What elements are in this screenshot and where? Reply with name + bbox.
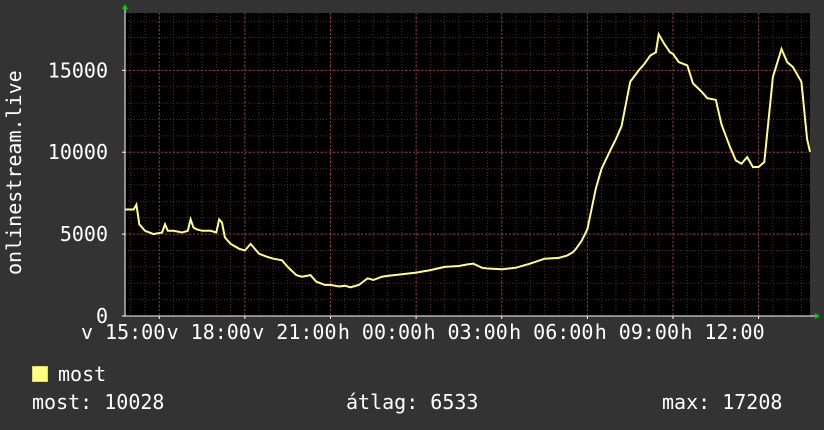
x-tick-label: h 09:00: [595, 320, 679, 344]
y-tick-label: 10000: [48, 140, 108, 164]
legend-swatch: [32, 366, 48, 382]
legend-label: most: [58, 362, 107, 386]
x-tick-label: h 00:00: [338, 320, 422, 344]
stat-average: átlag: 6533: [346, 390, 479, 414]
y-axis-arrow: [122, 4, 128, 9]
chart: 050001000015000 v 15:00 v 18:00 v 21:00 h 0…: [48, 4, 820, 344]
x-ticks: v 15:00 v 18:00 v 21:00 h 00:00 h 03:00 h 06:…: [81, 316, 765, 344]
x-tick-label: h 03:00: [423, 320, 507, 344]
y-tick-label: 15000: [48, 58, 108, 82]
x-tick-label: h 06:00: [509, 320, 593, 344]
x-tick-label: h 12:00: [680, 320, 764, 344]
stat-max: max: 17208: [662, 390, 783, 414]
x-tick-label: v 15:00: [81, 320, 165, 344]
stat-current: most: 10028: [32, 390, 165, 414]
x-axis-arrow: [815, 313, 820, 319]
y-tick-label: 5000: [60, 222, 108, 246]
x-tick-label: v 21:00: [252, 320, 336, 344]
x-tick-label: v 18:00: [167, 320, 251, 344]
plot-area: [125, 13, 810, 316]
legend: most: [32, 362, 106, 386]
y-axis-label: onlinestream.live: [2, 70, 26, 275]
y-ticks: 050001000015000: [48, 58, 125, 328]
